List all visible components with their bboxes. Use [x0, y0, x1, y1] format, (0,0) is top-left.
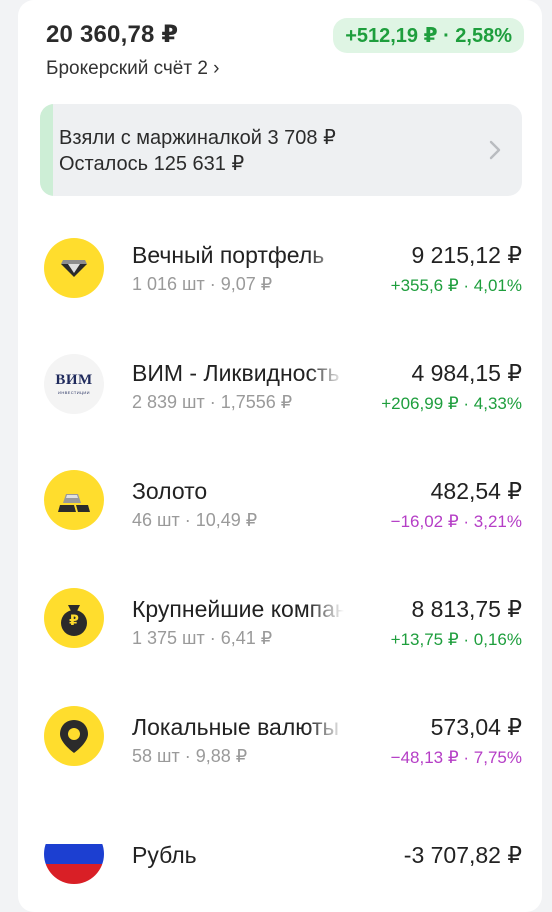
holding-change: +206,99 ₽ · 4,33% — [381, 394, 522, 413]
holding-change: +355,6 ₽ · 4,01% — [390, 276, 522, 295]
holding-quantity-price: 2 839 шт · 1,7556 ₽ — [132, 392, 293, 412]
margin-remaining-text: Осталось 125 631 ₽ — [59, 153, 245, 175]
margin-loan-banner[interactable]: Взяли с маржиналкой 3 708 ₽ Осталось 125… — [40, 104, 522, 196]
holding-name: Вечный портфель — [132, 242, 344, 269]
account-selector[interactable]: Брокерский счёт 2 › — [46, 58, 220, 80]
holding-row-local-currencies[interactable]: Локальные валюты 58 шт · 9,88 ₽ 573,04 ₽… — [18, 684, 542, 794]
holding-name: ВИМ - Ликвидность — [132, 360, 344, 387]
holding-name: Крупнейшие компании — [132, 596, 344, 623]
holding-value: 9 215,12 ₽ — [411, 242, 522, 268]
holding-row-ruble[interactable]: Рубль -3 707,82 ₽ — [18, 802, 542, 912]
holding-change: +13,75 ₽ · 0,16% — [390, 630, 522, 649]
holding-value: 8 813,75 ₽ — [411, 596, 522, 622]
holding-row-largest-companies[interactable]: ₽ Крупнейшие компании 1 375 шт · 6,41 ₽ … — [18, 566, 542, 676]
chevron-right-icon — [489, 140, 501, 160]
gold-bar-icon — [44, 470, 104, 530]
holding-name: Золото — [132, 478, 344, 505]
portfolio-card: 20 360,78 ₽ +512,19 ₽ · 2,58% Брокерский… — [18, 0, 542, 912]
diamond-icon — [44, 238, 104, 298]
holding-value: 4 984,15 ₽ — [411, 360, 522, 386]
holding-quantity-price: 1 375 шт · 6,41 ₽ — [132, 628, 273, 648]
holding-change: −16,02 ₽ · 3,21% — [390, 512, 522, 531]
portfolio-change-badge: +512,19 ₽ · 2,58% — [333, 18, 524, 53]
ruble-symbol: ₽ — [69, 612, 79, 628]
margin-borrowed-text: Взяли с маржиналкой 3 708 ₽ — [59, 127, 336, 149]
holding-value: 573,04 ₽ — [430, 714, 522, 740]
holding-value: 482,54 ₽ — [430, 478, 522, 504]
vim-logo-subtext: ИНВЕСТИЦИИ — [58, 390, 90, 395]
russia-flag-icon — [44, 824, 104, 884]
money-bag-icon: ₽ — [44, 588, 104, 648]
vim-logo: ВИМ ИНВЕСТИЦИИ — [44, 354, 104, 414]
holding-name: Локальные валюты — [132, 714, 344, 741]
holding-name: Рубль — [132, 842, 344, 869]
holding-quantity-price: 1 016 шт · 9,07 ₽ — [132, 274, 273, 294]
holding-change: −48,13 ₽ · 7,75% — [390, 748, 522, 767]
margin-banner-stripe — [40, 104, 53, 196]
holding-quantity-price: 58 шт · 9,88 ₽ — [132, 746, 248, 766]
holding-row-gold[interactable]: Золото 46 шт · 10,49 ₽ 482,54 ₽ −16,02 ₽… — [18, 448, 542, 558]
holding-quantity-price: 46 шт · 10,49 ₽ — [132, 510, 258, 530]
portfolio-total: 20 360,78 ₽ — [46, 21, 179, 48]
vim-logo-text: ВИМ — [55, 372, 93, 388]
map-pin-icon — [44, 706, 104, 766]
holding-row-eternal-portfolio[interactable]: Вечный портфель 1 016 шт · 9,07 ₽ 9 215,… — [18, 212, 542, 322]
holding-row-vim-liquidity[interactable]: ВИМ ИНВЕСТИЦИИ ВИМ - Ликвидность 2 839 ш… — [18, 330, 542, 440]
holding-value: -3 707,82 ₽ — [403, 842, 522, 868]
